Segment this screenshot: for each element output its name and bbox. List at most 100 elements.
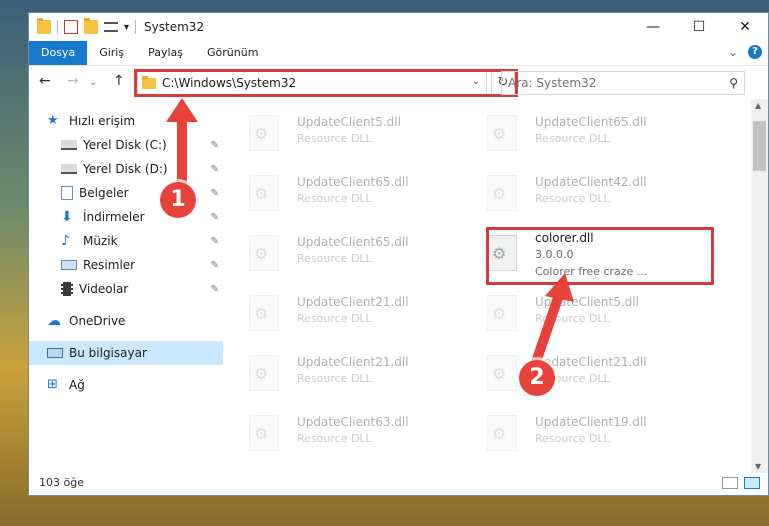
dll-file-icon bbox=[487, 415, 517, 451]
sidebar-item-local-disk-d[interactable]: Yerel Disk (D:) ✎ bbox=[29, 157, 223, 181]
vertical-scrollbar[interactable]: ▲ ▼ bbox=[751, 99, 768, 473]
pin-icon[interactable]: ✎ bbox=[211, 260, 219, 271]
close-button[interactable]: ✕ bbox=[722, 13, 768, 41]
scroll-down-icon[interactable]: ▼ bbox=[755, 462, 761, 471]
file-item[interactable]: UpdateClient65.dll Resource DLL bbox=[467, 105, 697, 159]
pin-icon[interactable]: ✎ bbox=[211, 236, 219, 247]
properties-icon[interactable] bbox=[64, 20, 78, 34]
navigation-pane: ★ Hızlı erişim Yerel Disk (C:) ✎ Yerel D… bbox=[29, 105, 223, 465]
step-badge-2: 2 bbox=[519, 360, 555, 396]
sidebar-item-label: Yerel Disk (D:) bbox=[83, 162, 168, 176]
sidebar-item-videos[interactable]: Videolar ✎ bbox=[29, 277, 223, 301]
ribbon: Dosya Giriş Paylaş Görünüm ⌄ ? bbox=[29, 41, 768, 66]
ribbon-right: ⌄ ? bbox=[728, 45, 762, 59]
search-box[interactable]: ⚲ bbox=[501, 71, 745, 95]
dll-file-icon bbox=[487, 295, 517, 331]
drive-icon bbox=[61, 164, 77, 174]
sidebar-item-this-pc[interactable]: Bu bilgisayar bbox=[29, 341, 223, 365]
file-name: UpdateClient19.dll bbox=[535, 415, 647, 429]
large-icons-view-icon[interactable] bbox=[744, 477, 760, 489]
file-name: UpdateClient5.dll bbox=[535, 295, 639, 309]
download-icon: ⬇ bbox=[61, 209, 73, 225]
pin-icon[interactable]: ✎ bbox=[211, 188, 219, 199]
view-options-icon[interactable] bbox=[104, 22, 118, 32]
computer-icon bbox=[47, 348, 63, 358]
address-highlight-box bbox=[134, 69, 518, 97]
file-name: UpdateClient42.dll bbox=[535, 175, 647, 189]
file-item[interactable]: UpdateClient42.dll Resource DLL bbox=[467, 165, 697, 219]
separator bbox=[135, 20, 137, 34]
tab-home[interactable]: Giriş bbox=[87, 41, 136, 65]
back-button[interactable]: ← bbox=[39, 73, 51, 89]
tab-share[interactable]: Paylaş bbox=[136, 41, 195, 65]
quick-access-dropdown-icon[interactable]: ▾ bbox=[124, 22, 129, 33]
scroll-up-icon[interactable]: ▲ bbox=[755, 101, 761, 110]
title-bar: ▾ System32 — ☐ ✕ bbox=[29, 13, 768, 41]
navigation-bar: ← → ⌄ ↑ C:\Windows\System32 ⌄ ↻ ⚲ bbox=[29, 69, 768, 99]
folder-icon bbox=[37, 18, 51, 34]
sidebar-item-label: OneDrive bbox=[69, 314, 126, 328]
star-icon: ★ bbox=[47, 113, 59, 128]
file-item[interactable]: UpdateClient21.dll Resource DLL bbox=[229, 345, 459, 399]
forward-button[interactable]: → bbox=[67, 73, 79, 89]
pin-icon[interactable]: ✎ bbox=[211, 212, 219, 223]
music-icon: ♪ bbox=[61, 233, 70, 249]
sidebar-item-label: Hızlı erişim bbox=[69, 114, 136, 128]
dll-file-icon bbox=[249, 115, 279, 151]
minimize-button[interactable]: — bbox=[630, 13, 676, 41]
sidebar-item-label: Bu bilgisayar bbox=[69, 346, 147, 360]
search-input[interactable] bbox=[506, 75, 710, 91]
expand-ribbon-icon[interactable]: ⌄ bbox=[728, 45, 738, 59]
file-item[interactable]: UpdateClient65.dll Resource DLL bbox=[229, 165, 459, 219]
sidebar-item-local-disk-c[interactable]: Yerel Disk (C:) ✎ bbox=[29, 133, 223, 157]
step-badge-1: 1 bbox=[160, 182, 196, 218]
sidebar-item-quick-access[interactable]: ★ Hızlı erişim bbox=[29, 109, 223, 133]
file-item[interactable]: UpdateClient19.dll Resource DLL bbox=[467, 405, 697, 459]
dll-file-icon bbox=[249, 235, 279, 271]
file-name: UpdateClient65.dll bbox=[297, 235, 409, 249]
file-name: UpdateClient65.dll bbox=[297, 175, 409, 189]
dll-file-icon bbox=[249, 295, 279, 331]
video-icon bbox=[61, 282, 73, 296]
sidebar-item-label: İndirmeler bbox=[83, 210, 145, 224]
pin-icon[interactable]: ✎ bbox=[211, 164, 219, 175]
file-item[interactable]: UpdateClient5.dll Resource DLL bbox=[467, 285, 697, 339]
sidebar-item-network[interactable]: ⊞ Ağ bbox=[29, 373, 223, 397]
file-item[interactable]: UpdateClient21.dll Resource DLL bbox=[467, 345, 697, 399]
file-description: Resource DLL bbox=[297, 132, 372, 145]
up-button[interactable]: ↑ bbox=[113, 73, 125, 89]
sidebar-item-onedrive[interactable]: ☁ OneDrive bbox=[29, 309, 223, 333]
search-icon: ⚲ bbox=[729, 76, 738, 90]
details-view-icon[interactable] bbox=[722, 477, 738, 489]
file-description: Resource DLL bbox=[535, 192, 610, 205]
file-name: UpdateClient65.dll bbox=[535, 115, 647, 129]
network-icon: ⊞ bbox=[47, 377, 58, 392]
dll-file-icon bbox=[487, 355, 517, 391]
help-icon[interactable]: ? bbox=[748, 45, 762, 59]
dll-file-icon bbox=[249, 415, 279, 451]
sidebar-item-label: Resimler bbox=[83, 258, 136, 272]
file-name: UpdateClient21.dll bbox=[297, 355, 409, 369]
sidebar-item-pictures[interactable]: Resimler ✎ bbox=[29, 253, 223, 277]
file-item[interactable]: UpdateClient21.dll Resource DLL bbox=[229, 285, 459, 339]
tab-view[interactable]: Görünüm bbox=[195, 41, 270, 65]
file-item[interactable]: UpdateClient65.dll Resource DLL bbox=[229, 225, 459, 279]
status-item-count: 103 öğe bbox=[39, 476, 84, 489]
pin-icon[interactable]: ✎ bbox=[211, 140, 219, 151]
recent-locations-button[interactable]: ⌄ bbox=[89, 77, 97, 88]
file-item[interactable]: UpdateClient63.dll Resource DLL bbox=[229, 405, 459, 459]
file-item[interactable]: UpdateClient5.dll Resource DLL bbox=[229, 105, 459, 159]
drive-icon bbox=[61, 140, 77, 150]
document-icon bbox=[61, 186, 73, 200]
sidebar-item-label: Belgeler bbox=[79, 186, 129, 200]
maximize-button[interactable]: ☐ bbox=[676, 13, 722, 41]
pin-icon[interactable]: ✎ bbox=[211, 284, 219, 295]
file-description: Resource DLL bbox=[297, 372, 372, 385]
tab-file[interactable]: Dosya bbox=[29, 41, 88, 65]
sidebar-item-music[interactable]: ♪ Müzik ✎ bbox=[29, 229, 223, 253]
scroll-thumb[interactable] bbox=[753, 121, 766, 171]
window-controls: — ☐ ✕ bbox=[630, 13, 768, 41]
new-folder-icon[interactable] bbox=[84, 18, 98, 34]
sidebar-item-downloads[interactable]: ⬇ İndirmeler ✎ bbox=[29, 205, 223, 229]
pictures-icon bbox=[61, 260, 77, 270]
